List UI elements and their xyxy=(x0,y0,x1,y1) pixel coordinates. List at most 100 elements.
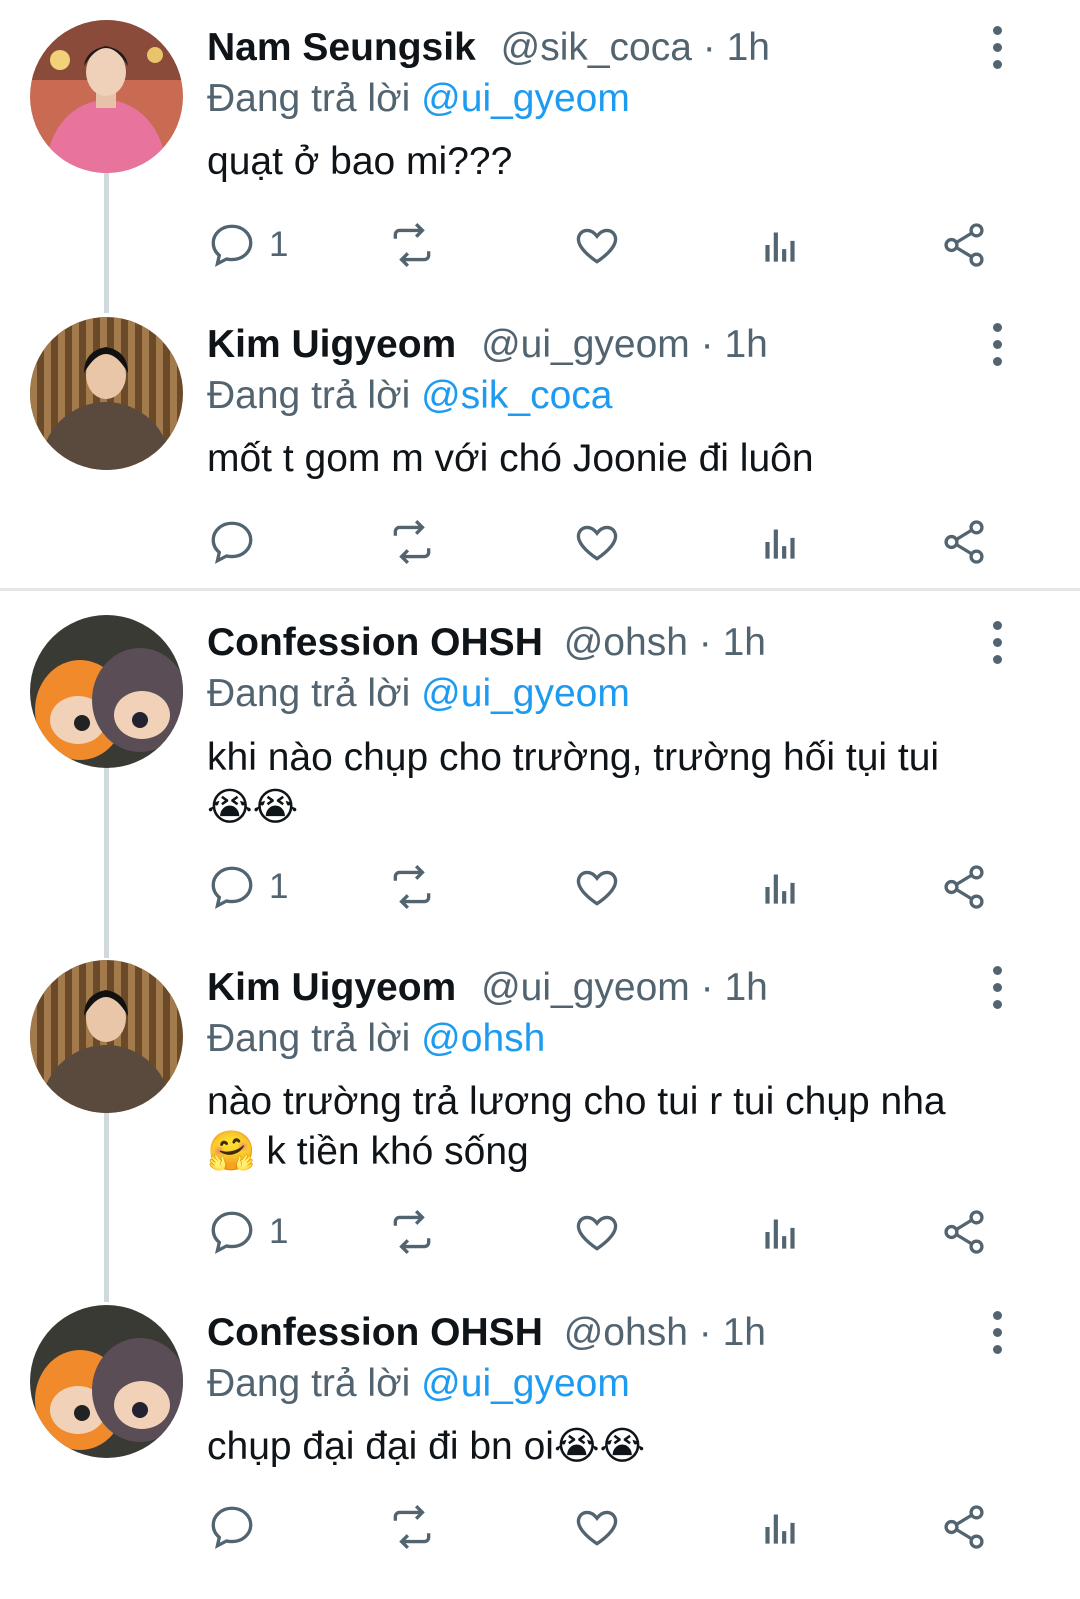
username[interactable]: @ohsh xyxy=(564,1311,688,1354)
more-options-icon[interactable] xyxy=(985,323,1009,367)
display-name[interactable]: Nam Seungsik xyxy=(207,26,476,69)
tweet-actions: 1 xyxy=(207,1202,1007,1262)
analytics-button[interactable] xyxy=(755,857,805,917)
tweet-text: mốt t gom m với chó Joonie đi luôn xyxy=(207,437,814,480)
separator-dot: · xyxy=(700,966,725,1009)
analytics-button[interactable] xyxy=(755,215,805,275)
heart-icon xyxy=(576,525,618,561)
like-button[interactable] xyxy=(572,1497,622,1557)
tweet-text-line-2: 🤗 k tiền khó sống xyxy=(207,1127,1007,1177)
share-button[interactable] xyxy=(939,512,989,572)
share-button[interactable] xyxy=(939,1497,989,1557)
display-name[interactable]: Confession OHSH xyxy=(207,621,543,664)
timestamp[interactable]: 1h xyxy=(724,323,767,366)
username[interactable]: @ui_gyeom xyxy=(481,323,690,366)
reply-icon xyxy=(211,1506,253,1549)
analytics-icon xyxy=(765,232,795,262)
avatar[interactable] xyxy=(30,1305,183,1458)
reply-button[interactable]: 1 xyxy=(207,215,288,275)
tweet[interactable]: Nam Seungsik @sik_coca · 1h Đang trả lời… xyxy=(0,0,1080,295)
more-options-icon[interactable] xyxy=(985,26,1009,70)
mention-link[interactable]: @ui_gyeom xyxy=(421,77,630,120)
tweet[interactable]: Confession OHSH @ohsh · 1h Đang trả lời … xyxy=(0,1285,1080,1599)
thread-separator xyxy=(0,588,1080,591)
tweet-actions xyxy=(207,1497,1007,1557)
analytics-button[interactable] xyxy=(755,512,805,572)
replying-to-label: Đang trả lời xyxy=(207,1017,411,1060)
retweet-icon xyxy=(393,222,431,268)
avatar[interactable] xyxy=(30,615,183,768)
separator-dot: · xyxy=(698,1311,723,1354)
replying-to: Đang trả lời @ohsh xyxy=(207,1016,545,1062)
retweet-icon xyxy=(393,1504,431,1550)
username[interactable]: @ohsh xyxy=(564,621,688,664)
tweet-header: Nam Seungsik @sik_coca · 1h xyxy=(207,25,770,71)
tweet-header: Confession OHSH @ohsh · 1h xyxy=(207,620,766,666)
replying-to: Đang trả lời @sik_coca xyxy=(207,373,613,419)
username[interactable]: @ui_gyeom xyxy=(481,966,690,1009)
tweet-text: khi nào chụp cho trường, trường hối tụi … xyxy=(207,733,1007,833)
separator-dot: · xyxy=(700,323,725,366)
analytics-button[interactable] xyxy=(755,1497,805,1557)
tweet[interactable]: Confession OHSH @ohsh · 1h Đang trả lời … xyxy=(0,595,1080,940)
tweet-text: chụp đại đại đi bn oi😭😭 xyxy=(207,1422,1007,1472)
like-button[interactable] xyxy=(572,512,622,572)
tweet[interactable]: Kim Uigyeom @ui_gyeom · 1h Đang trả lời … xyxy=(0,297,1080,587)
mention-link[interactable]: @ohsh xyxy=(421,1017,545,1060)
share-icon xyxy=(944,1210,984,1254)
like-button[interactable] xyxy=(572,857,622,917)
reply-count: 1 xyxy=(269,867,289,906)
tweet-actions: 1 xyxy=(207,857,1007,917)
avatar[interactable] xyxy=(30,20,183,173)
tweet-header: Kim Uigyeom @ui_gyeom · 1h xyxy=(207,322,768,368)
reply-button[interactable]: 1 xyxy=(207,1202,288,1262)
more-options-icon[interactable] xyxy=(985,1311,1009,1355)
retweet-icon xyxy=(393,864,431,910)
reply-button[interactable] xyxy=(207,512,269,572)
tweet-text-continued: k tiền khó sống xyxy=(266,1130,529,1173)
share-icon xyxy=(944,520,984,564)
retweet-button[interactable] xyxy=(387,1497,437,1557)
display-name[interactable]: Confession OHSH xyxy=(207,1311,543,1354)
separator-dot: · xyxy=(698,621,723,664)
analytics-icon xyxy=(765,1219,795,1249)
reply-button[interactable]: 1 xyxy=(207,857,288,917)
retweet-button[interactable] xyxy=(387,215,437,275)
timestamp[interactable]: 1h xyxy=(723,1311,766,1354)
tweet-text: quạt ở bao mi??? xyxy=(207,140,513,183)
share-icon xyxy=(944,865,984,909)
reply-button[interactable] xyxy=(207,1497,269,1557)
like-button[interactable] xyxy=(572,215,622,275)
more-options-icon[interactable] xyxy=(985,621,1009,665)
avatar[interactable] xyxy=(30,960,183,1113)
mention-link[interactable]: @sik_coca xyxy=(421,374,612,417)
tweet-text: nào trường trả lương cho tui r tui chụp … xyxy=(207,1077,1007,1177)
share-button[interactable] xyxy=(939,215,989,275)
replying-to-label: Đang trả lời xyxy=(207,1362,411,1405)
more-options-icon[interactable] xyxy=(985,966,1009,1010)
replying-to-label: Đang trả lời xyxy=(207,374,411,417)
avatar[interactable] xyxy=(30,317,183,470)
timestamp[interactable]: 1h xyxy=(723,621,766,664)
timestamp[interactable]: 1h xyxy=(727,26,770,69)
retweet-button[interactable] xyxy=(387,1202,437,1262)
display-name[interactable]: Kim Uigyeom xyxy=(207,966,456,1009)
retweet-button[interactable] xyxy=(387,512,437,572)
reply-icon xyxy=(211,224,253,267)
tweet-text-line: khi nào chụp cho trường, trường hối tụi … xyxy=(207,736,940,779)
replying-to: Đang trả lời @ui_gyeom xyxy=(207,671,630,717)
username[interactable]: @sik_coca xyxy=(501,26,692,69)
analytics-button[interactable] xyxy=(755,1202,805,1262)
share-button[interactable] xyxy=(939,1202,989,1262)
replying-to: Đang trả lời @ui_gyeom xyxy=(207,1361,630,1407)
emoji-line: 😭😭 xyxy=(207,786,299,829)
replying-to-label: Đang trả lời xyxy=(207,77,411,120)
mention-link[interactable]: @ui_gyeom xyxy=(421,672,630,715)
mention-link[interactable]: @ui_gyeom xyxy=(421,1362,630,1405)
retweet-button[interactable] xyxy=(387,857,437,917)
display-name[interactable]: Kim Uigyeom xyxy=(207,323,456,366)
share-button[interactable] xyxy=(939,857,989,917)
timestamp[interactable]: 1h xyxy=(724,966,767,1009)
tweet[interactable]: Kim Uigyeom @ui_gyeom · 1h Đang trả lời … xyxy=(0,940,1080,1285)
like-button[interactable] xyxy=(572,1202,622,1262)
